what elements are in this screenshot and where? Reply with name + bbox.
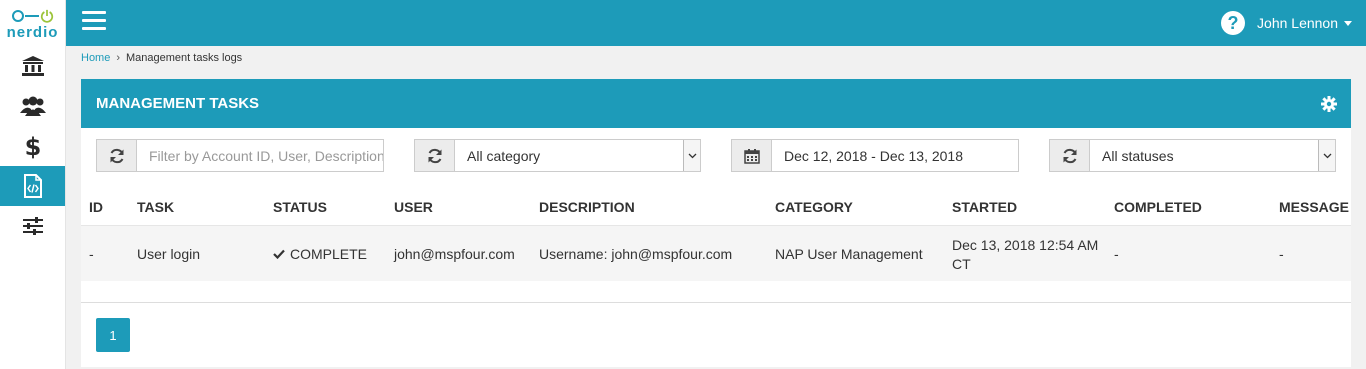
- date-range-input[interactable]: Dec 12, 2018 - Dec 13, 2018: [772, 140, 1018, 171]
- breadcrumb: Home › Management tasks logs: [81, 52, 242, 64]
- code-file-icon: [23, 174, 42, 198]
- sidebar-item-logs[interactable]: [0, 166, 65, 206]
- topbar: ? John Lennon: [66, 0, 1366, 46]
- search-field: [137, 140, 383, 171]
- sidebar-item-users[interactable]: [0, 86, 65, 126]
- refresh-button[interactable]: [415, 140, 455, 171]
- caret-down-icon[interactable]: [1344, 20, 1352, 26]
- pagination-page-button[interactable]: 1: [96, 318, 130, 352]
- calendar-icon: [743, 148, 760, 164]
- cell-description: Username: john@mspfour.com: [539, 246, 733, 262]
- table-header: ID TASK STATUS USER DESCRIPTION CATEGORY…: [81, 189, 1351, 225]
- chevron-down-icon[interactable]: [683, 140, 700, 171]
- refresh-icon: [428, 148, 441, 163]
- cell-message: -: [1279, 246, 1284, 262]
- status-filter: All statuses: [1049, 139, 1336, 172]
- category-select-value: All category: [467, 147, 541, 164]
- cell-started: Dec 13, 2018 12:54 AM CT: [952, 237, 1099, 272]
- divider: [81, 302, 1351, 303]
- column-header-status[interactable]: STATUS: [273, 199, 327, 215]
- panel-header: MANAGEMENT TASKS: [81, 79, 1351, 128]
- calendar-button[interactable]: [732, 140, 772, 171]
- users-icon: [19, 96, 46, 116]
- table-row[interactable]: - User login COMPLETE john@mspfour.com U…: [81, 225, 1351, 281]
- search-filter: [96, 139, 384, 172]
- check-icon: [273, 249, 285, 259]
- category-select[interactable]: All category: [455, 140, 700, 171]
- cell-user: john@mspfour.com: [394, 246, 515, 262]
- refresh-icon: [1063, 148, 1076, 163]
- column-header-message[interactable]: MESSAGE: [1279, 199, 1349, 215]
- power-icon: [40, 9, 53, 23]
- page-title: MANAGEMENT TASKS: [96, 95, 260, 112]
- sidebar: nerdio $: [0, 0, 66, 369]
- category-filter: All category: [414, 139, 701, 172]
- help-icon[interactable]: ?: [1221, 11, 1246, 35]
- hamburger-icon[interactable]: [82, 11, 106, 33]
- management-tasks-panel: MANAGEMENT TASKS Filter by Account ID, U…: [81, 79, 1351, 367]
- search-input[interactable]: [149, 147, 383, 164]
- sidebar-item-settings[interactable]: [0, 206, 65, 246]
- column-header-completed[interactable]: COMPLETED: [1114, 199, 1202, 215]
- cell-id: -: [89, 246, 94, 262]
- sliders-icon: [22, 217, 43, 235]
- status-select-value: All statuses: [1102, 147, 1174, 164]
- cell-category: NAP User Management: [775, 246, 923, 262]
- sidebar-item-billing[interactable]: $: [0, 126, 65, 166]
- bank-icon: [21, 56, 44, 76]
- breadcrumb-current: Management tasks logs: [126, 52, 243, 64]
- refresh-button[interactable]: [97, 140, 137, 171]
- status-select[interactable]: All statuses: [1090, 140, 1335, 171]
- status-text: COMPLETE: [290, 246, 368, 262]
- column-header-task[interactable]: TASK: [137, 199, 174, 215]
- user-menu: ? John Lennon: [1221, 11, 1352, 35]
- column-header-id[interactable]: ID: [89, 199, 103, 215]
- column-header-description[interactable]: DESCRIPTION: [539, 199, 635, 215]
- svg-text:$: $: [25, 133, 41, 159]
- cell-status: COMPLETE: [273, 246, 367, 262]
- cell-task: User login: [137, 246, 201, 262]
- user-name-dropdown[interactable]: John Lennon: [1257, 15, 1338, 31]
- nerdio-logo[interactable]: nerdio: [0, 0, 65, 46]
- column-header-user[interactable]: USER: [394, 199, 433, 215]
- logo-mark: [11, 6, 54, 26]
- refresh-icon: [110, 148, 123, 163]
- column-header-category[interactable]: CATEGORY: [775, 199, 853, 215]
- date-range-value: Dec 12, 2018 - Dec 13, 2018: [784, 147, 964, 164]
- gear-icon[interactable]: [1321, 96, 1337, 112]
- column-header-started[interactable]: STARTED: [952, 199, 1017, 215]
- breadcrumb-separator: ›: [116, 52, 121, 64]
- breadcrumb-home-link[interactable]: Home: [81, 52, 110, 64]
- logo-text: nerdio: [6, 24, 59, 41]
- date-range-filter: Dec 12, 2018 - Dec 13, 2018: [731, 139, 1019, 172]
- dollar-icon: $: [25, 133, 41, 159]
- chevron-down-icon[interactable]: [1318, 140, 1335, 171]
- refresh-button[interactable]: [1050, 140, 1090, 171]
- sidebar-item-accounts[interactable]: [0, 46, 65, 86]
- cell-completed: -: [1114, 246, 1119, 262]
